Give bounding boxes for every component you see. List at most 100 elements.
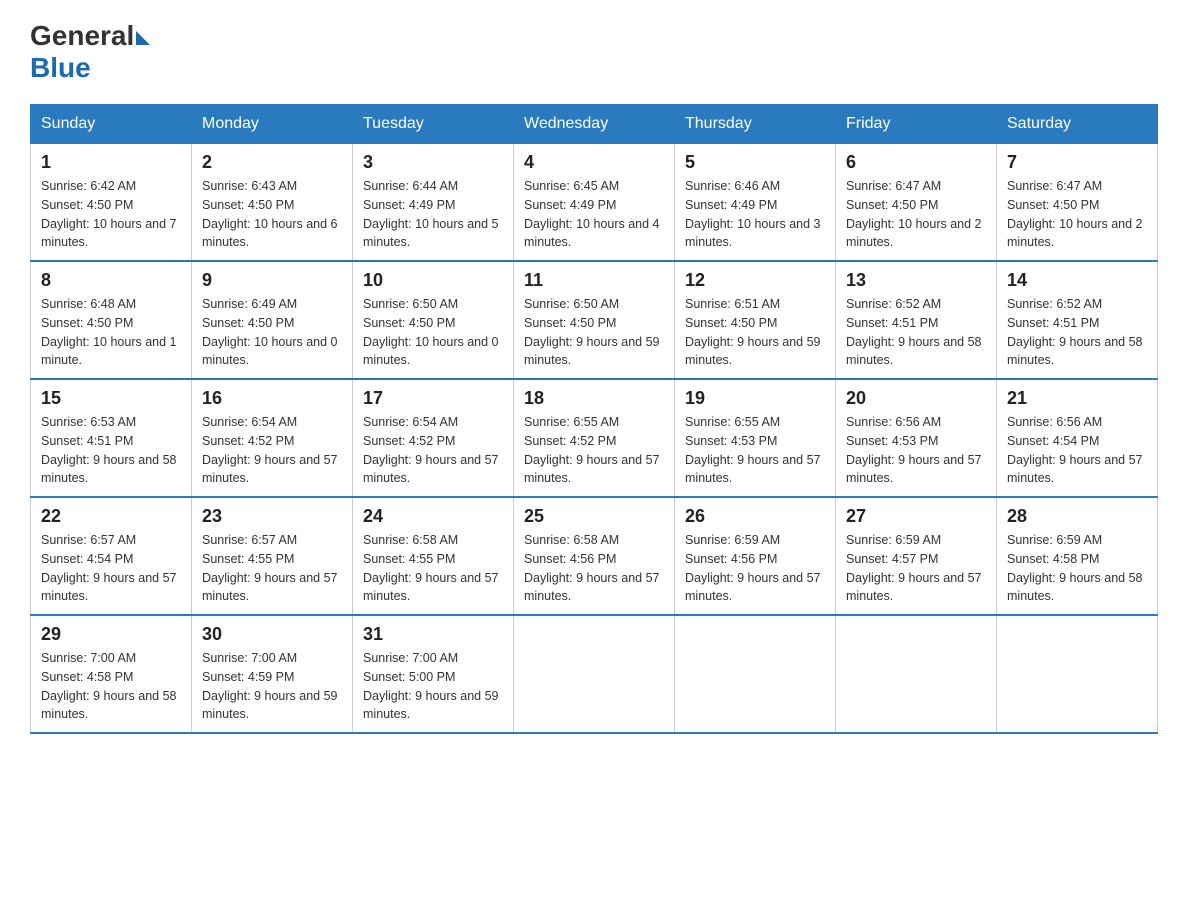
calendar-cell: [836, 615, 997, 733]
calendar-cell: 11 Sunrise: 6:50 AMSunset: 4:50 PMDayligh…: [514, 261, 675, 379]
logo-blue-text: Blue: [30, 52, 91, 84]
day-number: 14: [1007, 270, 1147, 291]
day-number: 12: [685, 270, 825, 291]
day-number: 6: [846, 152, 986, 173]
header-tuesday: Tuesday: [353, 105, 514, 144]
calendar-cell: 18 Sunrise: 6:55 AMSunset: 4:52 PMDayligh…: [514, 379, 675, 497]
day-number: 5: [685, 152, 825, 173]
calendar-cell: 2 Sunrise: 6:43 AMSunset: 4:50 PMDaylight…: [192, 144, 353, 262]
calendar-table: SundayMondayTuesdayWednesdayThursdayFrid…: [30, 104, 1158, 734]
calendar-header-row: SundayMondayTuesdayWednesdayThursdayFrid…: [31, 105, 1158, 144]
calendar-cell: 24 Sunrise: 6:58 AMSunset: 4:55 PMDayligh…: [353, 497, 514, 615]
logo-blue-part: [134, 27, 150, 45]
calendar-week-5: 29 Sunrise: 7:00 AMSunset: 4:58 PMDayligh…: [31, 615, 1158, 733]
header-friday: Friday: [836, 105, 997, 144]
day-number: 30: [202, 624, 342, 645]
calendar-cell: 13 Sunrise: 6:52 AMSunset: 4:51 PMDayligh…: [836, 261, 997, 379]
day-info: Sunrise: 6:50 AMSunset: 4:50 PMDaylight:…: [524, 295, 664, 370]
day-info: Sunrise: 6:58 AMSunset: 4:56 PMDaylight:…: [524, 531, 664, 606]
day-number: 16: [202, 388, 342, 409]
day-info: Sunrise: 6:56 AMSunset: 4:54 PMDaylight:…: [1007, 413, 1147, 488]
calendar-cell: 28Sunrise: 6:59 AMSunset: 4:58 PMDayligh…: [997, 497, 1158, 615]
day-info: Sunrise: 6:48 AMSunset: 4:50 PMDaylight:…: [41, 295, 181, 370]
calendar-cell: 31 Sunrise: 7:00 AMSunset: 5:00 PMDayligh…: [353, 615, 514, 733]
day-info: Sunrise: 6:53 AMSunset: 4:51 PMDaylight:…: [41, 413, 181, 488]
day-number: 4: [524, 152, 664, 173]
day-number: 11: [524, 270, 664, 291]
logo: General Blue: [30, 20, 150, 84]
day-number: 27: [846, 506, 986, 527]
day-number: 7: [1007, 152, 1147, 173]
day-info: Sunrise: 6:55 AMSunset: 4:53 PMDaylight:…: [685, 413, 825, 488]
day-number: 9: [202, 270, 342, 291]
day-number: 24: [363, 506, 503, 527]
calendar-cell: 9 Sunrise: 6:49 AMSunset: 4:50 PMDaylight…: [192, 261, 353, 379]
day-info: Sunrise: 6:47 AMSunset: 4:50 PMDaylight:…: [846, 177, 986, 252]
calendar-cell: [514, 615, 675, 733]
day-info: Sunrise: 6:57 AMSunset: 4:54 PMDaylight:…: [41, 531, 181, 606]
day-info: Sunrise: 6:45 AMSunset: 4:49 PMDaylight:…: [524, 177, 664, 252]
calendar-week-4: 22Sunrise: 6:57 AMSunset: 4:54 PMDayligh…: [31, 497, 1158, 615]
day-info: Sunrise: 6:50 AMSunset: 4:50 PMDaylight:…: [363, 295, 503, 370]
calendar-cell: 30 Sunrise: 7:00 AMSunset: 4:59 PMDayligh…: [192, 615, 353, 733]
day-info: Sunrise: 6:56 AMSunset: 4:53 PMDaylight:…: [846, 413, 986, 488]
day-info: Sunrise: 7:00 AMSunset: 4:59 PMDaylight:…: [202, 649, 342, 724]
day-info: Sunrise: 6:59 AMSunset: 4:57 PMDaylight:…: [846, 531, 986, 606]
day-info: Sunrise: 7:00 AMSunset: 5:00 PMDaylight:…: [363, 649, 503, 724]
day-info: Sunrise: 6:59 AMSunset: 4:58 PMDaylight:…: [1007, 531, 1147, 606]
calendar-cell: 22Sunrise: 6:57 AMSunset: 4:54 PMDayligh…: [31, 497, 192, 615]
day-info: Sunrise: 6:47 AMSunset: 4:50 PMDaylight:…: [1007, 177, 1147, 252]
calendar-week-3: 15Sunrise: 6:53 AMSunset: 4:51 PMDayligh…: [31, 379, 1158, 497]
calendar-cell: 26 Sunrise: 6:59 AMSunset: 4:56 PMDayligh…: [675, 497, 836, 615]
day-number: 26: [685, 506, 825, 527]
day-number: 31: [363, 624, 503, 645]
calendar-cell: 1Sunrise: 6:42 AMSunset: 4:50 PMDaylight…: [31, 144, 192, 262]
day-number: 2: [202, 152, 342, 173]
header-monday: Monday: [192, 105, 353, 144]
calendar-cell: 3Sunrise: 6:44 AMSunset: 4:49 PMDaylight…: [353, 144, 514, 262]
day-info: Sunrise: 6:46 AMSunset: 4:49 PMDaylight:…: [685, 177, 825, 252]
day-info: Sunrise: 6:52 AMSunset: 4:51 PMDaylight:…: [1007, 295, 1147, 370]
day-info: Sunrise: 6:52 AMSunset: 4:51 PMDaylight:…: [846, 295, 986, 370]
day-info: Sunrise: 6:58 AMSunset: 4:55 PMDaylight:…: [363, 531, 503, 606]
calendar-week-2: 8 Sunrise: 6:48 AMSunset: 4:50 PMDaylight…: [31, 261, 1158, 379]
calendar-cell: 6 Sunrise: 6:47 AMSunset: 4:50 PMDaylight…: [836, 144, 997, 262]
day-number: 29: [41, 624, 181, 645]
day-info: Sunrise: 6:43 AMSunset: 4:50 PMDaylight:…: [202, 177, 342, 252]
day-number: 8: [41, 270, 181, 291]
day-number: 21: [1007, 388, 1147, 409]
day-info: Sunrise: 6:54 AMSunset: 4:52 PMDaylight:…: [202, 413, 342, 488]
day-number: 18: [524, 388, 664, 409]
calendar-cell: 7 Sunrise: 6:47 AMSunset: 4:50 PMDaylight…: [997, 144, 1158, 262]
day-info: Sunrise: 6:57 AMSunset: 4:55 PMDaylight:…: [202, 531, 342, 606]
day-info: Sunrise: 6:51 AMSunset: 4:50 PMDaylight:…: [685, 295, 825, 370]
day-number: 13: [846, 270, 986, 291]
calendar-cell: 8 Sunrise: 6:48 AMSunset: 4:50 PMDaylight…: [31, 261, 192, 379]
day-info: Sunrise: 6:54 AMSunset: 4:52 PMDaylight:…: [363, 413, 503, 488]
calendar-cell: 16 Sunrise: 6:54 AMSunset: 4:52 PMDayligh…: [192, 379, 353, 497]
logo-general-text: General: [30, 20, 134, 52]
header-sunday: Sunday: [31, 105, 192, 144]
day-number: 19: [685, 388, 825, 409]
day-number: 3: [363, 152, 503, 173]
calendar-cell: 15Sunrise: 6:53 AMSunset: 4:51 PMDayligh…: [31, 379, 192, 497]
day-info: Sunrise: 6:59 AMSunset: 4:56 PMDaylight:…: [685, 531, 825, 606]
day-number: 25: [524, 506, 664, 527]
day-info: Sunrise: 6:49 AMSunset: 4:50 PMDaylight:…: [202, 295, 342, 370]
calendar-cell: 17Sunrise: 6:54 AMSunset: 4:52 PMDayligh…: [353, 379, 514, 497]
calendar-cell: 19 Sunrise: 6:55 AMSunset: 4:53 PMDayligh…: [675, 379, 836, 497]
day-number: 1: [41, 152, 181, 173]
day-info: Sunrise: 7:00 AMSunset: 4:58 PMDaylight:…: [41, 649, 181, 724]
logo-arrow-icon: [136, 31, 150, 45]
header-thursday: Thursday: [675, 105, 836, 144]
header-saturday: Saturday: [997, 105, 1158, 144]
calendar-cell: 14 Sunrise: 6:52 AMSunset: 4:51 PMDayligh…: [997, 261, 1158, 379]
calendar-cell: 27 Sunrise: 6:59 AMSunset: 4:57 PMDayligh…: [836, 497, 997, 615]
calendar-cell: 12 Sunrise: 6:51 AMSunset: 4:50 PMDayligh…: [675, 261, 836, 379]
calendar-cell: [675, 615, 836, 733]
day-number: 10: [363, 270, 503, 291]
calendar-cell: 21 Sunrise: 6:56 AMSunset: 4:54 PMDayligh…: [997, 379, 1158, 497]
calendar-cell: 4 Sunrise: 6:45 AMSunset: 4:49 PMDaylight…: [514, 144, 675, 262]
calendar-cell: 10 Sunrise: 6:50 AMSunset: 4:50 PMDayligh…: [353, 261, 514, 379]
day-info: Sunrise: 6:55 AMSunset: 4:52 PMDaylight:…: [524, 413, 664, 488]
